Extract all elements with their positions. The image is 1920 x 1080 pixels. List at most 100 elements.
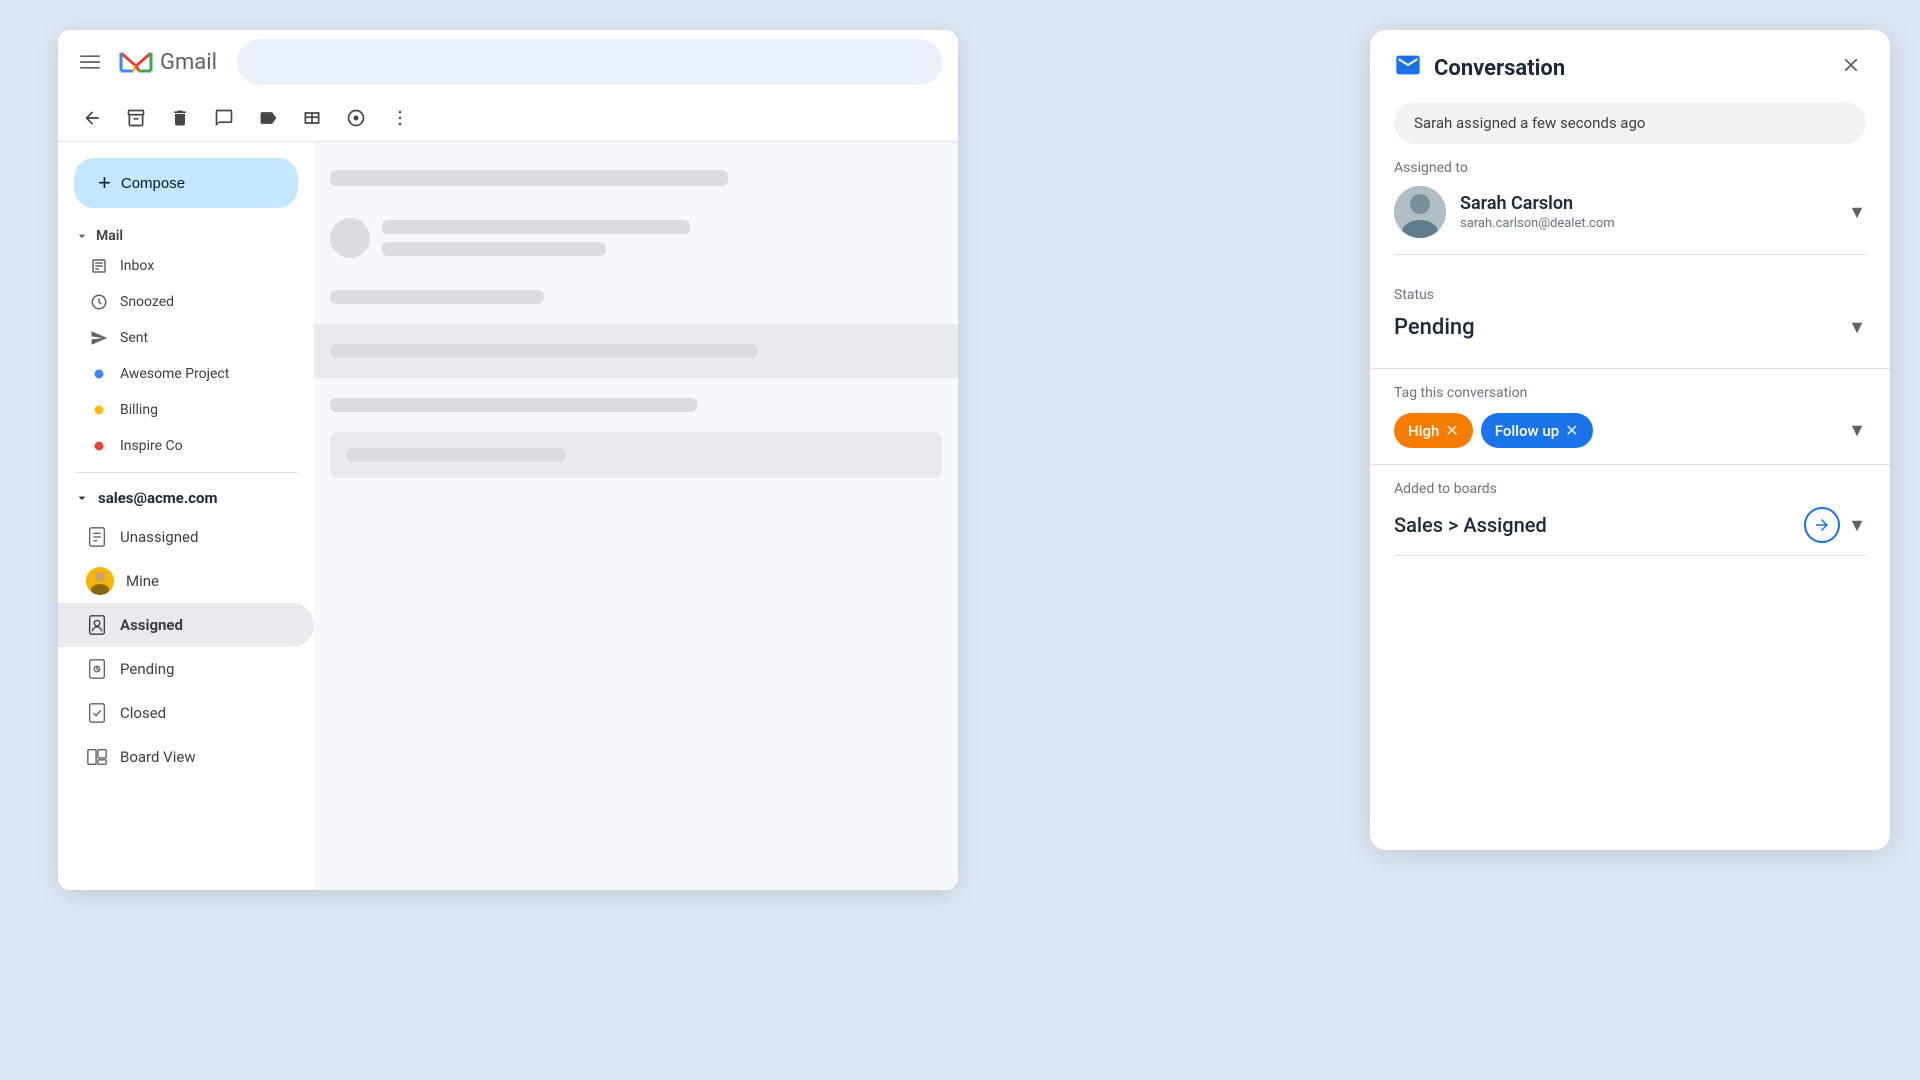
email-list [314, 142, 958, 890]
gmail-content: + Compose Mail Inbox Snoozed Sent [58, 142, 958, 890]
sidebar: + Compose Mail Inbox Snoozed Sent [58, 142, 314, 890]
assigned-email: sarah.carlson@dealet.com [1460, 216, 1834, 231]
sidebar-item-snoozed[interactable]: Snoozed [58, 284, 314, 320]
status-value: Pending [1394, 315, 1475, 340]
back-button[interactable] [74, 100, 110, 136]
assigned-to-section: Assigned to Sarah Carslon sarah.carlson@… [1370, 160, 1890, 271]
boards-dropdown-arrow[interactable]: ▼ [1848, 515, 1866, 536]
boards-value: Sales > Assigned [1394, 513, 1547, 537]
closed-label: Closed [120, 704, 166, 722]
skeleton-line-a [382, 220, 690, 234]
search-input[interactable] [237, 39, 942, 85]
tag-followup-close[interactable]: ✕ [1565, 421, 1578, 440]
skeleton-line-b [382, 242, 606, 256]
status-label: Status [1394, 287, 1866, 303]
assigned-dropdown-arrow[interactable]: ▼ [1848, 202, 1866, 223]
sidebar-item-inspire-co[interactable]: Inspire Co [58, 428, 314, 464]
sidebar-divider [74, 472, 298, 473]
tag-high-close[interactable]: ✕ [1445, 421, 1458, 440]
tags-row: High ✕ Follow up ✕ ▼ [1394, 413, 1866, 448]
sidebar-item-pending[interactable]: Pending [58, 647, 314, 691]
boards-goto-button[interactable] [1804, 507, 1840, 543]
sidebar-item-assigned[interactable]: Assigned [58, 603, 314, 647]
tags-section: Tag this conversation High ✕ Follow up ✕… [1370, 369, 1890, 465]
boards-row: Sales > Assigned ▼ [1394, 507, 1866, 556]
mine-label: Mine [126, 572, 159, 590]
skeleton-block-1 [314, 324, 958, 378]
sales-section-header[interactable]: sales@acme.com [58, 481, 314, 515]
snoozed-label: Snoozed [120, 294, 174, 310]
status-section: Status Pending ▼ [1370, 271, 1890, 369]
skeleton-line-d [330, 344, 758, 358]
assigned-info: Sarah Carslon sarah.carlson@dealet.com [1460, 193, 1834, 231]
tags-dropdown-arrow[interactable]: ▼ [1848, 420, 1866, 441]
awesome-project-label: Awesome Project [120, 366, 229, 382]
inbox-label: Inbox [120, 258, 154, 274]
board-view-label: Board View [120, 748, 196, 766]
sidebar-item-awesome-project[interactable]: Awesome Project [58, 356, 314, 392]
sidebar-item-closed[interactable]: Closed [58, 691, 314, 735]
skeleton-block-2 [330, 432, 942, 478]
boards-actions: ▼ [1804, 507, 1866, 543]
label-button[interactable] [250, 100, 286, 136]
skeleton-row-1 [314, 158, 958, 198]
split-button[interactable] [294, 100, 330, 136]
panel-header: Conversation [1370, 30, 1890, 102]
gmail-header: Gmail [58, 30, 958, 94]
billing-label: Billing [120, 402, 158, 418]
compose-button[interactable]: + Compose [74, 158, 298, 208]
tag-high-label: High [1408, 422, 1439, 440]
sidebar-item-sent[interactable]: Sent [58, 320, 314, 356]
assigned-banner: Sarah assigned a few seconds ago [1394, 102, 1866, 144]
tag-followup[interactable]: Follow up ✕ [1481, 413, 1593, 448]
banner-text: Sarah assigned a few seconds ago [1414, 114, 1645, 132]
circle-button[interactable] [338, 100, 374, 136]
assigned-to-label: Assigned to [1394, 160, 1866, 176]
mine-avatar [86, 567, 114, 595]
assigned-user: Sarah Carslon sarah.carlson@dealet.com ▼ [1394, 186, 1866, 255]
move-button[interactable] [206, 100, 242, 136]
skeleton-avatar [330, 218, 370, 258]
assigned-avatar [1394, 186, 1446, 238]
gmail-window: Gmail + [58, 30, 958, 890]
conversation-panel: Conversation Sarah assigned a few second… [1370, 30, 1890, 850]
boards-label: Added to boards [1394, 481, 1866, 497]
tag-followup-label: Follow up [1495, 422, 1559, 440]
archive-button[interactable] [118, 100, 154, 136]
sidebar-item-unassigned[interactable]: Unassigned [58, 515, 314, 559]
gmail-logo: Gmail [118, 44, 217, 80]
skeleton-line-f [346, 448, 566, 462]
hamburger-icon[interactable] [74, 46, 106, 78]
status-dropdown[interactable]: Pending ▼ [1394, 311, 1866, 352]
skeleton-line-e [330, 398, 697, 412]
app-name: Gmail [160, 50, 217, 75]
delete-button[interactable] [162, 100, 198, 136]
sidebar-item-inbox[interactable]: Inbox [58, 248, 314, 284]
skeleton-lines [382, 220, 942, 256]
more-button[interactable] [382, 100, 418, 136]
skeleton-line [330, 170, 728, 186]
assigned-name: Sarah Carslon [1460, 193, 1834, 214]
mail-section-header[interactable]: Mail [58, 224, 314, 248]
panel-title: Conversation [1394, 51, 1565, 85]
gmail-toolbar [58, 94, 958, 142]
mail-section-label: Mail [96, 228, 123, 244]
skeleton-row-3 [314, 278, 958, 316]
unassigned-label: Unassigned [120, 528, 198, 546]
sidebar-item-board-view[interactable]: Board View [58, 735, 314, 779]
boards-section: Added to boards Sales > Assigned ▼ [1370, 465, 1890, 572]
sidebar-item-billing[interactable]: Billing [58, 392, 314, 428]
skeleton-row-4 [314, 386, 958, 424]
skeleton-row-2 [314, 206, 958, 270]
compose-plus-icon: + [98, 170, 111, 196]
tag-high[interactable]: High ✕ [1394, 413, 1473, 448]
sales-label: sales@acme.com [98, 489, 218, 507]
sent-label: Sent [120, 330, 148, 346]
sidebar-item-mine[interactable]: Mine [58, 559, 314, 603]
compose-label: Compose [121, 175, 185, 192]
close-button[interactable] [1836, 50, 1866, 86]
conversation-title: Conversation [1434, 56, 1565, 81]
status-dropdown-arrow[interactable]: ▼ [1848, 317, 1866, 338]
tags-label: Tag this conversation [1394, 385, 1866, 401]
skeleton-line-c [330, 290, 544, 304]
